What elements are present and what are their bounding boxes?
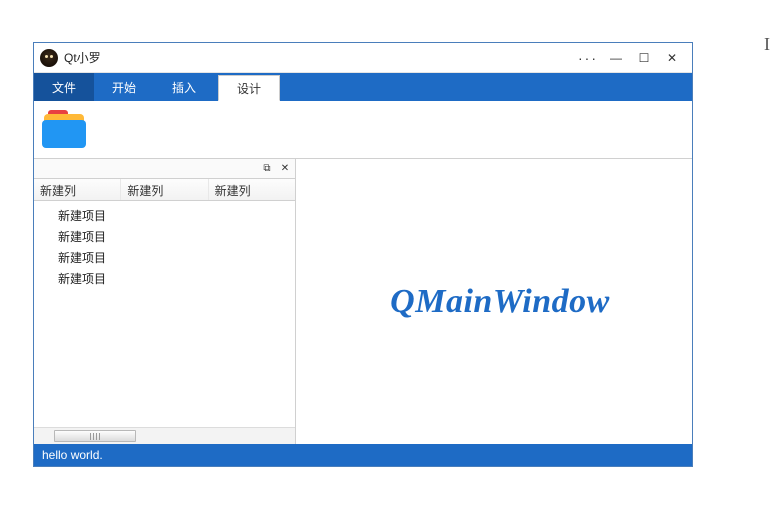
list-item[interactable]: 新建项目 (34, 226, 295, 247)
list-item[interactable]: 新建项目 (34, 247, 295, 268)
list-item[interactable]: 新建项目 (34, 205, 295, 226)
scrollbar-thumb[interactable] (54, 430, 136, 442)
app-icon (40, 49, 58, 67)
tree-header: 新建列 新建列 新建列 (34, 179, 295, 201)
menu-start[interactable]: 开始 (94, 73, 154, 101)
menu-design[interactable]: 设计 (218, 75, 280, 101)
central-label: QMainWindow (390, 283, 610, 321)
menu-insert[interactable]: 插入 (154, 73, 214, 101)
window-title: Qt小罗 (64, 49, 574, 66)
titlebar[interactable]: Qt小罗 ··· — ☐ ✕ (34, 43, 692, 73)
dock-close-button[interactable]: ✕ (277, 162, 293, 176)
text-cursor-decoration: I (764, 34, 770, 55)
dock-float-button[interactable]: ⧉ (259, 162, 275, 176)
tree-column-2[interactable]: 新建列 (121, 179, 208, 200)
horizontal-scrollbar[interactable] (34, 427, 295, 444)
maximize-button[interactable]: ☐ (630, 47, 658, 69)
minimize-button[interactable]: — (602, 47, 630, 69)
folder-icon[interactable] (42, 110, 86, 150)
toolbar (34, 101, 692, 159)
content-area: ⧉ ✕ 新建列 新建列 新建列 新建项目 新建项目 新建项目 新建项目 QMai… (34, 159, 692, 444)
central-widget: QMainWindow (296, 159, 692, 444)
more-button[interactable]: ··· (574, 47, 602, 69)
statusbar-text: hello world. (42, 448, 103, 462)
tree-body: 新建项目 新建项目 新建项目 新建项目 (34, 201, 295, 293)
menubar: 文件 开始 插入 设计 (34, 73, 692, 101)
window-controls: ··· — ☐ ✕ (574, 47, 686, 69)
statusbar: hello world. (34, 444, 692, 466)
menu-file[interactable]: 文件 (34, 73, 94, 101)
dock-widget: ⧉ ✕ 新建列 新建列 新建列 新建项目 新建项目 新建项目 新建项目 (34, 159, 296, 444)
tree-column-1[interactable]: 新建列 (34, 179, 121, 200)
list-item[interactable]: 新建项目 (34, 268, 295, 289)
main-window: Qt小罗 ··· — ☐ ✕ 文件 开始 插入 设计 ⧉ ✕ 新建列 新建列 (33, 42, 693, 467)
close-button[interactable]: ✕ (658, 47, 686, 69)
dock-header: ⧉ ✕ (34, 159, 295, 179)
tree-column-3[interactable]: 新建列 (209, 179, 295, 200)
